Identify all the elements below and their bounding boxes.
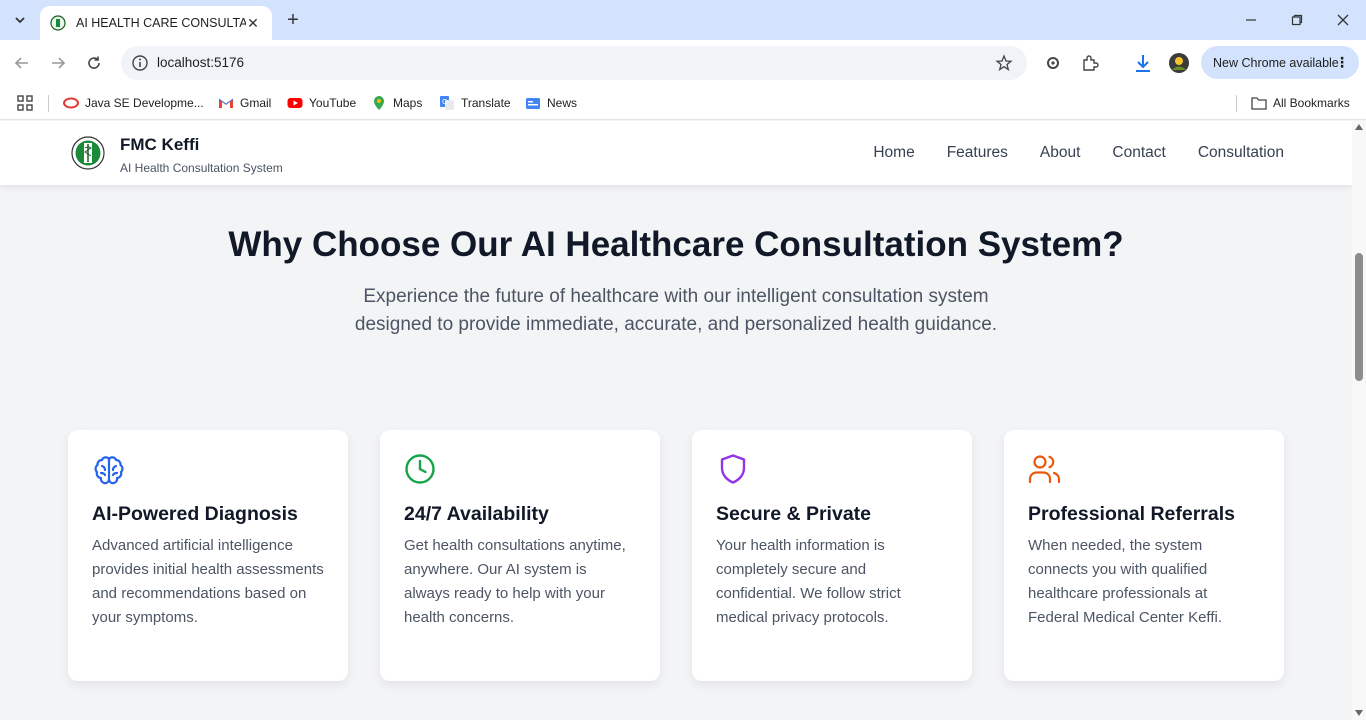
brand-name[interactable]: FMC Keffi (120, 135, 199, 155)
nav-features[interactable]: Features (947, 144, 1008, 162)
shield-icon (720, 454, 746, 484)
users-icon (1028, 455, 1061, 484)
news-icon (526, 98, 540, 109)
section-title: Why Choose Our AI Healthcare Consultatio… (228, 225, 1124, 264)
tab-title: AI HEALTH CARE CONSULTATIO (76, 16, 246, 30)
feature-text: When needed, the system connects you wit… (1028, 537, 1222, 626)
download-icon[interactable] (1132, 52, 1154, 74)
feature-text: Your health information is completely se… (716, 537, 901, 626)
gmail-icon (218, 98, 234, 108)
feature-text: Advanced artificial intelligence provide… (92, 537, 324, 626)
nav-contact[interactable]: Contact (1112, 144, 1165, 162)
section-lead: Experience the future of healthcare with… (354, 286, 998, 335)
feature-title: AI-Powered Diagnosis (92, 503, 298, 525)
site-header: FMC Keffi AI Health Consultation System … (0, 121, 1352, 185)
fmc-logo-icon[interactable] (71, 134, 105, 172)
bookmarks-bar: Java SE Developme... Gmail YouTube Maps … (0, 86, 1366, 120)
scroll-down-icon[interactable] (1355, 710, 1363, 716)
main-nav: Home Features About Contact Consultation (873, 144, 1284, 162)
close-icon (1337, 14, 1349, 26)
apps-button[interactable] (16, 93, 34, 113)
brain-icon (94, 456, 124, 485)
feature-card-secure: Secure & Private Your health information… (692, 430, 972, 681)
close-window-button[interactable] (1320, 0, 1366, 40)
apps-grid-icon (17, 95, 33, 111)
svg-text:G: G (442, 98, 447, 106)
more-menu-icon[interactable]: ⋮ (1335, 54, 1349, 71)
reload-button[interactable] (80, 49, 108, 77)
new-tab-button[interactable]: + (282, 9, 304, 31)
translate-icon: G (440, 96, 454, 110)
restore-icon (1291, 14, 1303, 26)
bookmark-star-icon[interactable] (995, 54, 1013, 72)
bookmark-java[interactable]: Java SE Developme... (63, 93, 204, 113)
feature-title: 24/7 Availability (404, 503, 549, 525)
restore-button[interactable] (1274, 0, 1320, 40)
url-text[interactable]: localhost:5176 (157, 55, 244, 70)
reload-icon (88, 56, 100, 69)
bookmark-label: Gmail (240, 96, 272, 110)
clock-icon (405, 454, 435, 484)
close-tab-icon[interactable]: ✕ (244, 14, 262, 32)
arrow-left-icon (14, 57, 28, 69)
forward-button[interactable] (44, 49, 72, 77)
bookmark-label: Translate (461, 96, 511, 110)
all-bookmarks-label: All Bookmarks (1273, 96, 1350, 110)
youtube-icon (287, 98, 303, 108)
feature-card-ai-diagnosis: AI-Powered Diagnosis Advanced artificial… (68, 430, 348, 681)
minimize-button[interactable] (1228, 0, 1274, 40)
page-scrollbar[interactable] (1352, 121, 1366, 720)
minimize-icon (1246, 19, 1256, 21)
new-chrome-available-button[interactable]: New Chrome available ⋮ (1201, 46, 1359, 79)
bookmarks-divider (48, 95, 49, 112)
bookmark-news[interactable]: News (525, 93, 577, 113)
brand-tagline: AI Health Consultation System (120, 161, 283, 175)
arrow-right-icon (52, 57, 66, 69)
bookmark-label: News (547, 96, 578, 110)
bookmarks-divider (1236, 95, 1237, 112)
maps-icon (374, 96, 384, 110)
bookmark-gmail[interactable]: Gmail (218, 93, 271, 113)
back-button[interactable] (8, 49, 36, 77)
nav-consultation[interactable]: Consultation (1198, 144, 1284, 162)
page-viewport: FMC Keffi AI Health Consultation System … (0, 121, 1352, 720)
bookmark-translate[interactable]: G Translate (439, 93, 511, 113)
profile-avatar[interactable] (1168, 52, 1190, 74)
feature-text: Get health consultations anytime, anywhe… (404, 537, 626, 626)
bookmark-maps[interactable]: Maps (371, 93, 422, 113)
tab-search-button[interactable] (8, 8, 32, 32)
feature-title: Secure & Private (716, 503, 872, 525)
folder-icon (1251, 97, 1267, 110)
feature-card-referrals: Professional Referrals When needed, the … (1004, 430, 1284, 681)
browser-toolbar: localhost:5176 New Chrome available ⋮ (0, 40, 1366, 86)
tab-strip: AI HEALTH CARE CONSULTATIO ✕ + (0, 0, 1366, 40)
address-bar[interactable]: localhost:5176 (121, 46, 1027, 80)
chevron-down-icon (15, 17, 25, 24)
all-bookmarks-button[interactable]: All Bookmarks (1251, 93, 1350, 113)
nav-about[interactable]: About (1040, 144, 1081, 162)
bookmark-label: Java SE Developme... (85, 96, 204, 110)
site-favicon-icon (50, 15, 66, 31)
extensions-icon[interactable] (1079, 52, 1101, 74)
scroll-up-icon[interactable] (1355, 124, 1363, 130)
oracle-icon (63, 97, 79, 109)
browser-tab[interactable]: AI HEALTH CARE CONSULTATIO ✕ (40, 6, 272, 40)
feature-card-availability: 24/7 Availability Get health consultatio… (380, 430, 660, 681)
nav-home[interactable]: Home (873, 144, 914, 162)
bookmark-label: YouTube (309, 96, 357, 110)
lens-icon[interactable] (1042, 52, 1064, 74)
update-label: New Chrome available (1213, 55, 1339, 70)
scrollbar-thumb[interactable] (1355, 253, 1363, 381)
bookmark-youtube[interactable]: YouTube (287, 93, 356, 113)
bookmark-label: Maps (393, 96, 423, 110)
feature-title: Professional Referrals (1028, 503, 1236, 525)
site-info-icon[interactable] (131, 54, 149, 72)
